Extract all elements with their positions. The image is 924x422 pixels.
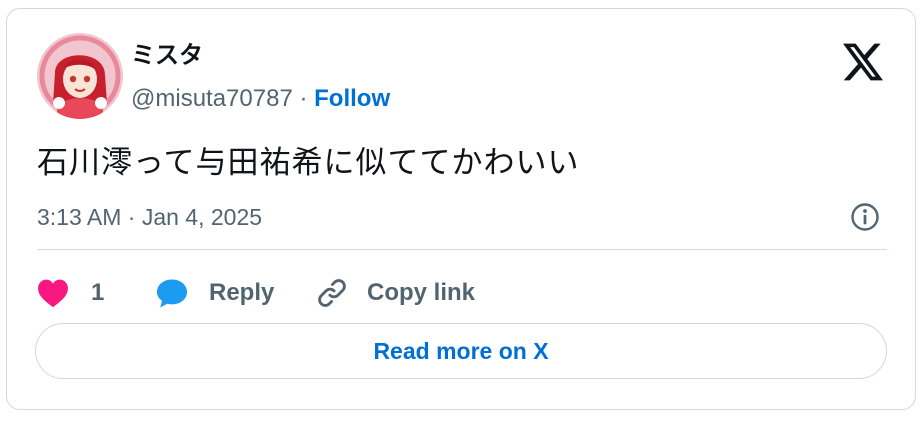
follow-button[interactable]: Follow <box>314 85 390 112</box>
like-count: 1 <box>91 279 105 306</box>
handle-row: @misuta70787 · Follow <box>131 83 390 115</box>
speech-bubble-icon <box>156 279 188 308</box>
avatar[interactable] <box>37 33 123 119</box>
separator-dot: · <box>292 85 315 112</box>
copy-link-button[interactable]: Copy link <box>315 271 475 315</box>
user-handle[interactable]: @misuta70787 <box>131 85 293 112</box>
copy-link-label: Copy link <box>367 279 476 306</box>
reply-button[interactable]: Reply <box>155 271 274 315</box>
link-icon <box>318 279 346 307</box>
reply-label: Reply <box>209 279 275 306</box>
display-name[interactable]: ミスタ <box>131 39 203 71</box>
tweet-card: ミスタ @misuta70787 · Follow 石川澪って与田祐希に似ててか… <box>6 8 916 410</box>
like-button[interactable]: 1 <box>37 271 104 315</box>
tweet-timestamp[interactable]: 3:13 AM · Jan 4, 2025 <box>37 201 262 233</box>
read-more-button[interactable]: Read more on X <box>35 323 887 379</box>
tweet-text: 石川澪って与田祐希に似ててかわいい <box>37 145 580 181</box>
heart-icon <box>38 279 68 308</box>
avatar-image <box>37 33 123 119</box>
info-icon[interactable] <box>849 201 881 233</box>
x-logo-icon[interactable] <box>843 43 883 81</box>
divider <box>37 249 887 250</box>
